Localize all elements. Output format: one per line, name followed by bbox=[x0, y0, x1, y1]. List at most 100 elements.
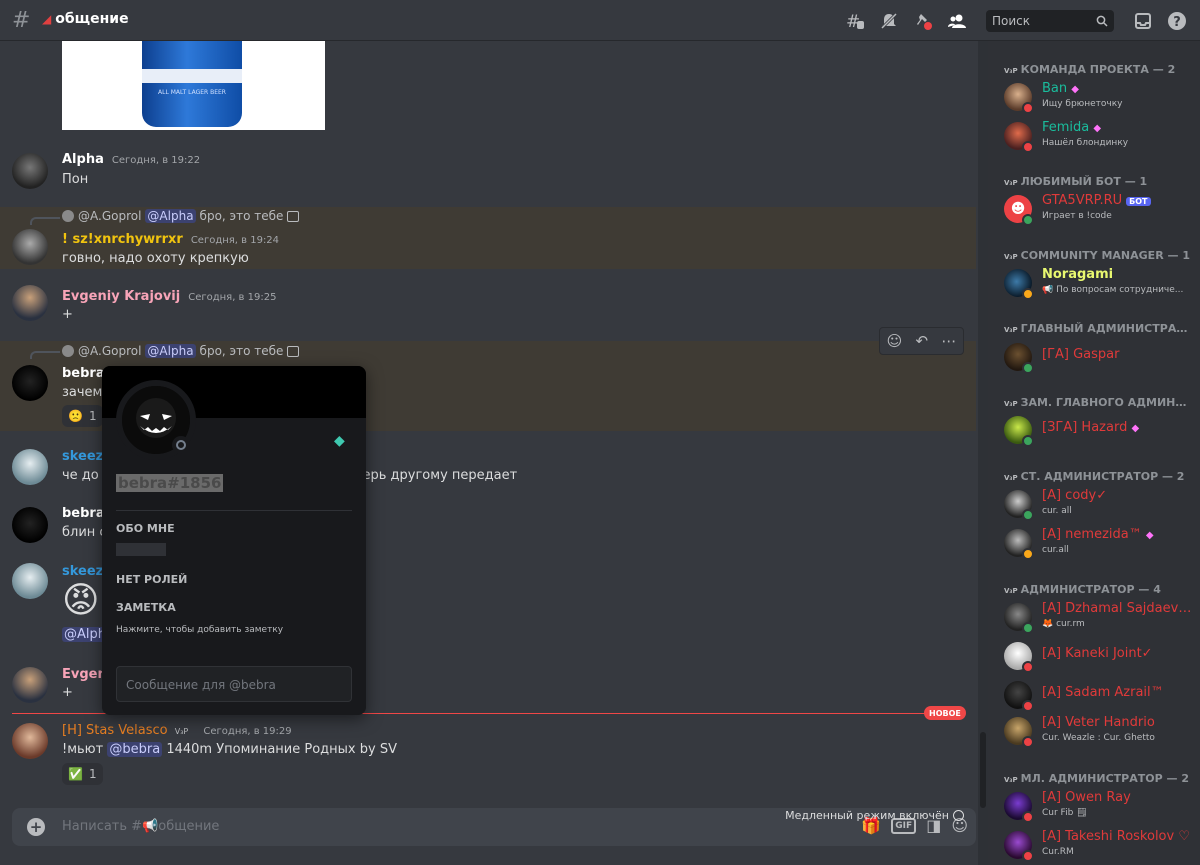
message-timestamp: Сегодня, в 19:22 bbox=[111, 155, 201, 166]
image-attachment[interactable]: ALL MALT LAGER BEER bbox=[62, 41, 325, 130]
message-text: + bbox=[62, 685, 73, 700]
role-header: V₃P КОМАНДА ПРОЕКТА — 2 bbox=[1004, 63, 1176, 76]
member-item[interactable]: Noragami 📢 По вопросам сотрудниче... bbox=[1004, 267, 1194, 303]
message-author[interactable]: Alpha bbox=[62, 152, 104, 167]
member-item[interactable]: [ГА] Gaspar bbox=[1004, 341, 1194, 377]
avatar[interactable] bbox=[12, 365, 48, 401]
note-input[interactable]: Нажмите, чтобы добавить заметку bbox=[116, 625, 283, 635]
inbox-icon[interactable] bbox=[1126, 9, 1160, 33]
member-item[interactable]: [A] Dzhamal Sajdaev ♡ 🦊 cur.rm bbox=[1004, 601, 1194, 637]
status-idle bbox=[1022, 548, 1034, 560]
avatar[interactable] bbox=[12, 563, 48, 599]
message-item: [H] Stas Velasco V₃P Сегодня, в 19:29 !м… bbox=[0, 717, 976, 789]
channel-title: ◢ общение bbox=[42, 11, 129, 27]
reply-preview[interactable]: @A.Goprol @Alpha бро, это тебе bbox=[62, 344, 300, 358]
message-text: !мьют @bebra 1440m Упоминание Родных by … bbox=[62, 742, 397, 757]
status-dnd bbox=[1022, 700, 1034, 712]
status-online bbox=[1022, 362, 1034, 374]
message-text: зачем bbox=[62, 385, 103, 400]
help-icon[interactable]: ? bbox=[1160, 9, 1194, 33]
reply-icon[interactable]: ↶ bbox=[916, 332, 929, 350]
role-header: V₃P COMMUNITY MANAGER — 1 bbox=[1004, 249, 1190, 262]
search-input[interactable]: Поиск bbox=[986, 9, 1114, 32]
member-item[interactable]: [A] Veter Handrio Cur. Weazle : Cur. Ghe… bbox=[1004, 715, 1194, 751]
member-item[interactable]: [A] cody✓ cur. all bbox=[1004, 488, 1194, 524]
message-item: Alpha Сегодня, в 19:22 Пон bbox=[0, 147, 976, 197]
upload-button[interactable]: + bbox=[27, 818, 45, 836]
member-item[interactable]: [A] Sadam Azrail™ bbox=[1004, 679, 1194, 715]
svg-text:?: ? bbox=[1173, 15, 1181, 30]
member-list: V₃P КОМАНДА ПРОЕКТА — 2 Ban ◆ Ищу брюнето… bbox=[988, 41, 1200, 865]
hypesquad-badge-icon[interactable]: ◆ bbox=[334, 434, 348, 448]
message-timestamp: Сегодня, в 19:24 bbox=[190, 235, 280, 246]
bell-muted-icon[interactable] bbox=[872, 9, 906, 33]
roles-label: НЕТ РОЛЕЙ bbox=[116, 573, 188, 586]
message-author[interactable]: ! sz!xnrchywrrxr bbox=[62, 232, 183, 247]
role-header: V₃P ЗАМ. ГЛАВНОГО АДМИНИСТ... bbox=[1004, 396, 1194, 409]
member-item[interactable]: [ЗГА] Hazard ◆ bbox=[1004, 414, 1194, 450]
megaphone-icon: ◢ bbox=[42, 12, 52, 26]
beer-can-image: ALL MALT LAGER BEER bbox=[142, 41, 242, 127]
avatar[interactable] bbox=[12, 507, 48, 543]
divider bbox=[116, 510, 352, 511]
avatar bbox=[62, 210, 74, 222]
member-item[interactable]: ☻ GTA5VRP.RU БОТ Играет в !code bbox=[1004, 193, 1194, 229]
message-timestamp: Сегодня, в 19:25 bbox=[188, 292, 277, 303]
note-label: ЗАМЕТКА bbox=[116, 601, 176, 614]
message-author[interactable]: bebra bbox=[62, 366, 105, 381]
member-item[interactable]: Femida ◆ Нашёл блондинку bbox=[1004, 120, 1194, 156]
avatar[interactable] bbox=[12, 229, 48, 265]
nitro-boost-icon: ◆ bbox=[1145, 530, 1154, 541]
direct-message-input[interactable]: Сообщение для @bebra bbox=[116, 666, 352, 702]
pin-icon[interactable] bbox=[906, 9, 940, 33]
message-text: говно, надо охоту крепкую bbox=[62, 251, 249, 266]
member-list-icon[interactable] bbox=[940, 9, 974, 33]
reply-preview[interactable]: @A.Goprol @Alpha бро, это тебе bbox=[62, 209, 300, 223]
more-icon[interactable]: ⋯ bbox=[941, 332, 956, 350]
avatar[interactable] bbox=[12, 723, 48, 759]
member-item[interactable]: [A] Takeshi Roskolov ♡ Cur.RM bbox=[1004, 829, 1194, 865]
status-online bbox=[1022, 622, 1034, 634]
message-author[interactable]: [H] Stas Velasco bbox=[62, 723, 168, 738]
search-icon bbox=[1096, 15, 1108, 27]
message-text: блин с bbox=[62, 525, 107, 540]
threads-icon[interactable]: # bbox=[838, 9, 872, 33]
status-offline bbox=[172, 436, 190, 454]
role-header: V₃P СТ. АДМИНИСТРАТОР — 2 bbox=[1004, 470, 1185, 483]
reaction[interactable]: 🙁 1 bbox=[62, 405, 103, 427]
status-dnd bbox=[1022, 102, 1034, 114]
member-item[interactable]: Ban ◆ Ищу брюнеточку bbox=[1004, 81, 1194, 117]
avatar[interactable] bbox=[12, 449, 48, 485]
message-author[interactable]: bebra bbox=[62, 506, 105, 521]
member-item[interactable]: [A] Kaneki Joint✓ bbox=[1004, 640, 1194, 676]
role-header: V₃P ЛЮБИМЫЙ БОТ — 1 bbox=[1004, 175, 1148, 188]
nitro-boost-icon: ◆ bbox=[1093, 123, 1102, 134]
member-item[interactable]: [A] Owen Ray Cur Fib 🗒 bbox=[1004, 790, 1194, 826]
status-dnd bbox=[1022, 850, 1034, 862]
nitro-boost-icon: ◆ bbox=[1131, 423, 1140, 434]
message-emoji: 😡 bbox=[62, 580, 100, 621]
status-dnd bbox=[1022, 811, 1034, 823]
about-content bbox=[116, 543, 166, 556]
message-text: + bbox=[62, 307, 73, 322]
message-timestamp: Сегодня, в 19:29 bbox=[203, 726, 292, 737]
add-reaction-icon[interactable]: ☺ bbox=[887, 332, 903, 350]
status-idle bbox=[1022, 288, 1034, 300]
avatar[interactable] bbox=[12, 153, 48, 189]
message-input-placeholder: Написать #📢общение bbox=[62, 819, 220, 834]
clock-icon bbox=[953, 810, 964, 821]
role-header: V₃P АДМИНИСТРАТОР — 4 bbox=[1004, 583, 1161, 596]
message-item: Evgeniy Krajovij Сегодня, в 19:25 + bbox=[0, 277, 976, 329]
message-author[interactable]: Evgeniy Krajovij bbox=[62, 289, 180, 304]
about-label: ОБО МНЕ bbox=[116, 522, 175, 535]
member-item[interactable]: [A] nemezida™ ◆ cur.all bbox=[1004, 527, 1194, 563]
avatar[interactable] bbox=[12, 667, 48, 703]
avatar[interactable] bbox=[12, 285, 48, 321]
header-toolbar: # Поиск ? bbox=[838, 0, 1200, 41]
reaction[interactable]: ✅ 1 bbox=[62, 763, 103, 785]
hash-icon: # bbox=[12, 8, 31, 33]
reply-connector bbox=[30, 217, 60, 225]
message-text: Пон bbox=[62, 172, 89, 187]
message-item: @A.Goprol @Alpha бро, это тебе ! sz!xnrc… bbox=[0, 207, 976, 269]
chat-scrollbar-thumb[interactable] bbox=[980, 732, 986, 808]
